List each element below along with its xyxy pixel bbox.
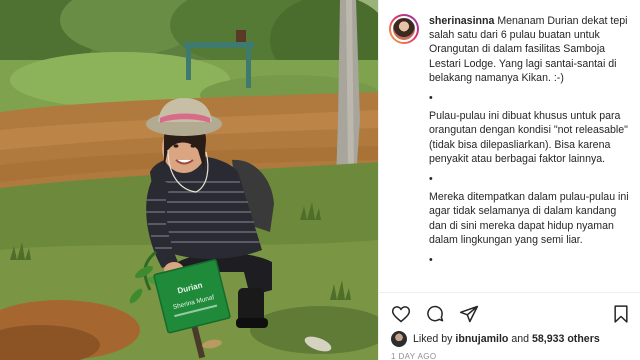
likes-connector: and (511, 333, 530, 345)
caption-bullet: • (429, 92, 433, 105)
comment-icon[interactable] (425, 304, 445, 324)
heart-icon[interactable] (391, 304, 411, 324)
divider (379, 292, 640, 293)
caption-area: sherinasinna Menanam Durian dekat tepi s… (379, 0, 640, 292)
action-bar (391, 303, 631, 325)
liker-username[interactable]: ibnujamilo (455, 333, 508, 345)
post-panel: sherinasinna Menanam Durian dekat tepi s… (378, 0, 640, 360)
post-timestamp[interactable]: 1 DAY AGO (391, 352, 437, 360)
liker-avatar[interactable] (391, 331, 407, 347)
caption-paragraph-2: Pulau-pulau ini dibuat khusus untuk para… (429, 110, 628, 165)
share-icon[interactable] (459, 304, 479, 324)
caption-bullet: • (429, 254, 433, 267)
author-avatar[interactable] (389, 14, 419, 44)
likes-prefix: Liked by (413, 333, 453, 345)
likes-summary: Liked by ibnujamilo and 58,933 others (391, 330, 600, 348)
likes-others[interactable]: 58,933 others (532, 333, 600, 345)
caption-paragraph-3: Mereka ditempatkan dalam pulau-pulau ini… (429, 191, 629, 246)
author-username[interactable]: sherinasinna (429, 15, 494, 27)
caption-bullet: • (429, 173, 433, 186)
photo-scene: Durian Sherina Munaf (0, 0, 378, 360)
bookmark-icon[interactable] (611, 304, 631, 324)
post-photo[interactable]: Durian Sherina Munaf (0, 0, 378, 360)
caption: sherinasinna Menanam Durian dekat tepi s… (429, 14, 629, 271)
